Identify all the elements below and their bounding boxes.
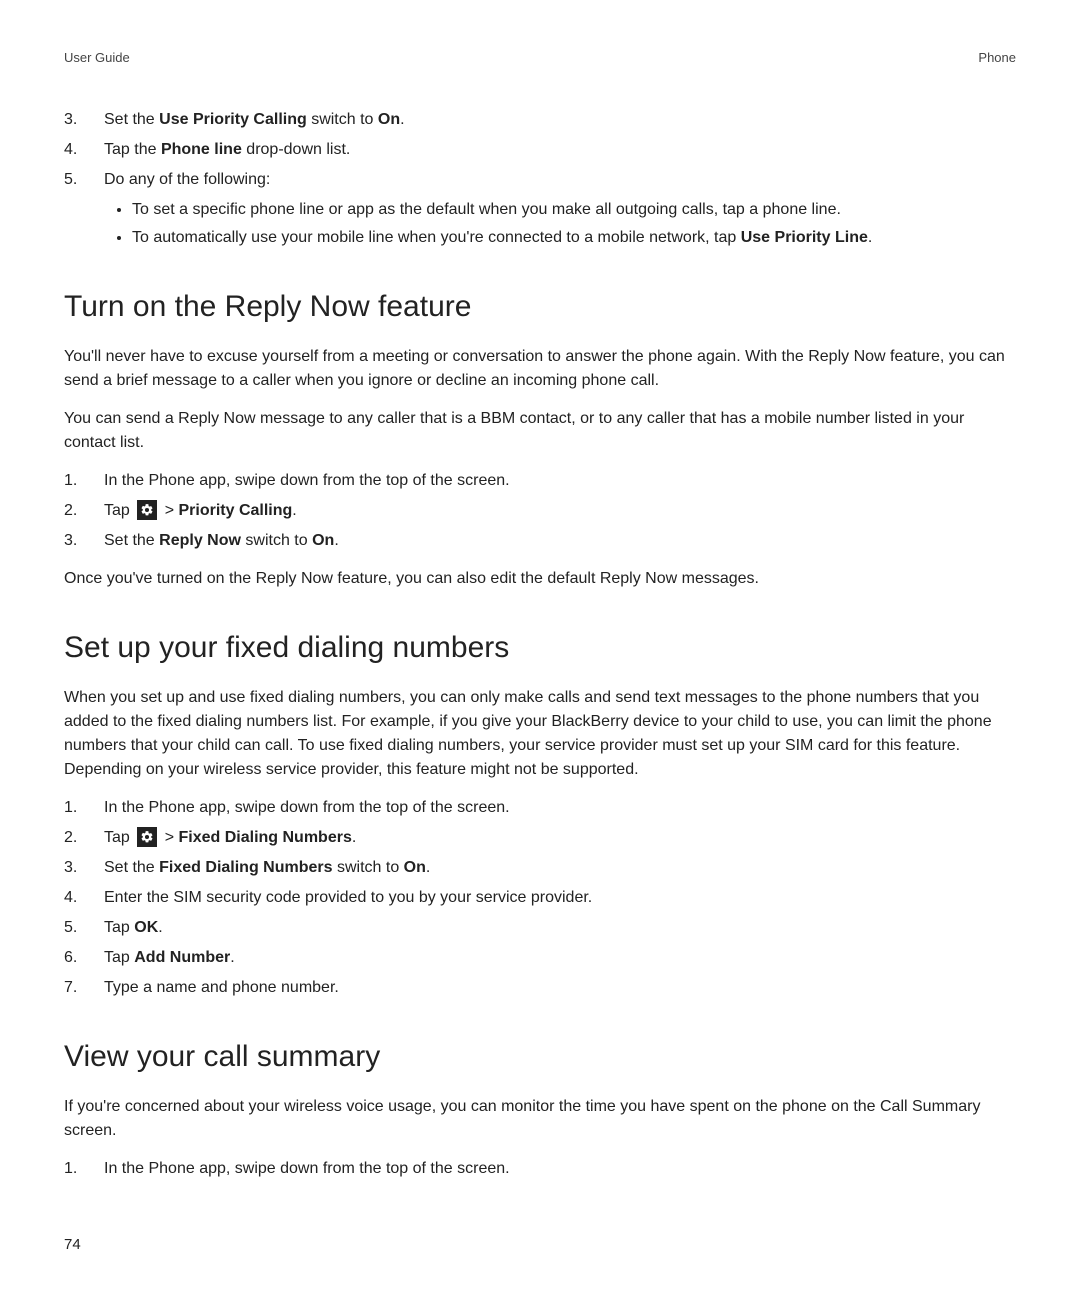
step-content: In the Phone app, swipe down from the to… xyxy=(104,469,1016,493)
step-number: 1. xyxy=(64,1157,104,1181)
step-number: 6. xyxy=(64,946,104,970)
step-number: 4. xyxy=(64,886,104,910)
bold-text: Use Priority Calling xyxy=(159,111,307,128)
header-right: Phone xyxy=(978,48,1016,68)
section-heading-call-summary: View your call summary xyxy=(64,1034,1016,1079)
step-bullets: To set a specific phone line or app as t… xyxy=(64,198,1016,250)
step-item: 3.Set the Use Priority Calling switch to… xyxy=(64,108,1016,132)
step-number: 1. xyxy=(64,796,104,820)
bold-text: On xyxy=(312,532,334,549)
step-content: Tap the Phone line drop-down list. xyxy=(104,138,1016,162)
header-left: User Guide xyxy=(64,48,130,68)
step-number: 1. xyxy=(64,469,104,493)
section-heading-reply-now: Turn on the Reply Now feature xyxy=(64,284,1016,329)
body-paragraph: Once you've turned on the Reply Now feat… xyxy=(64,567,1016,591)
step-content: Enter the SIM security code provided to … xyxy=(104,886,1016,910)
step-number: 3. xyxy=(64,529,104,553)
step-number: 5. xyxy=(64,168,104,192)
step-content: Tap Add Number. xyxy=(104,946,1016,970)
step-content: Set the Fixed Dialing Numbers switch to … xyxy=(104,856,1016,880)
bold-text: Reply Now xyxy=(159,532,241,549)
body-paragraph: You can send a Reply Now message to any … xyxy=(64,407,1016,455)
step-item: 3.Set the Fixed Dialing Numbers switch t… xyxy=(64,856,1016,880)
body-paragraph: If you're concerned about your wireless … xyxy=(64,1095,1016,1143)
step-content: Set the Use Priority Calling switch to O… xyxy=(104,108,1016,132)
step-content: In the Phone app, swipe down from the to… xyxy=(104,1157,1016,1181)
gear-icon xyxy=(137,827,157,847)
step-item: 2.Tap > Priority Calling. xyxy=(64,499,1016,523)
bold-text: On xyxy=(378,111,400,128)
step-content: In the Phone app, swipe down from the to… xyxy=(104,796,1016,820)
bold-text: Priority Calling xyxy=(178,502,292,519)
step-content: Tap > Priority Calling. xyxy=(104,499,1016,523)
page-number: 74 xyxy=(64,1234,81,1257)
bold-text: On xyxy=(404,859,426,876)
step-item: 1.In the Phone app, swipe down from the … xyxy=(64,796,1016,820)
bullet-item: To automatically use your mobile line wh… xyxy=(132,226,1016,250)
steps-list: 1.In the Phone app, swipe down from the … xyxy=(64,1157,1016,1181)
section-heading-fixed-dialing: Set up your fixed dialing numbers xyxy=(64,625,1016,670)
step-content: Tap > Fixed Dialing Numbers. xyxy=(104,826,1016,850)
step-number: 5. xyxy=(64,916,104,940)
step-item: 1.In the Phone app, swipe down from the … xyxy=(64,469,1016,493)
bold-text: Add Number xyxy=(134,949,230,966)
step-number: 2. xyxy=(64,499,104,523)
step-number: 3. xyxy=(64,856,104,880)
step-number: 7. xyxy=(64,976,104,1000)
step-item: 1.In the Phone app, swipe down from the … xyxy=(64,1157,1016,1181)
step-item: 2.Tap > Fixed Dialing Numbers. xyxy=(64,826,1016,850)
bold-text: Fixed Dialing Numbers xyxy=(178,829,351,846)
body-paragraph: You'll never have to excuse yourself fro… xyxy=(64,345,1016,393)
step-item: 4.Enter the SIM security code provided t… xyxy=(64,886,1016,910)
bold-text: Phone line xyxy=(161,141,242,158)
step-item: 4.Tap the Phone line drop-down list. xyxy=(64,138,1016,162)
running-header: User Guide Phone xyxy=(64,48,1016,68)
steps-list: 1.In the Phone app, swipe down from the … xyxy=(64,796,1016,1000)
intro-steps: 3.Set the Use Priority Calling switch to… xyxy=(64,108,1016,250)
document-page: User Guide Phone 3.Set the Use Priority … xyxy=(0,0,1080,1296)
step-number: 4. xyxy=(64,138,104,162)
step-content: Set the Reply Now switch to On. xyxy=(104,529,1016,553)
bullet-item: To set a specific phone line or app as t… xyxy=(132,198,1016,222)
step-content: Tap OK. xyxy=(104,916,1016,940)
bold-text: OK xyxy=(134,919,158,936)
step-item: 7.Type a name and phone number. xyxy=(64,976,1016,1000)
step-item: 3.Set the Reply Now switch to On. xyxy=(64,529,1016,553)
step-number: 2. xyxy=(64,826,104,850)
step-item: 5.Do any of the following: xyxy=(64,168,1016,192)
step-item: 5.Tap OK. xyxy=(64,916,1016,940)
step-number: 3. xyxy=(64,108,104,132)
steps-list: 1.In the Phone app, swipe down from the … xyxy=(64,469,1016,553)
step-item: 6.Tap Add Number. xyxy=(64,946,1016,970)
bold-text: Fixed Dialing Numbers xyxy=(159,859,332,876)
gear-icon xyxy=(137,500,157,520)
bold-text: Use Priority Line xyxy=(741,229,868,246)
step-content: Do any of the following: xyxy=(104,168,1016,192)
sections-container: Turn on the Reply Now feature You'll neve… xyxy=(64,284,1016,1181)
step-content: Type a name and phone number. xyxy=(104,976,1016,1000)
body-paragraph: When you set up and use fixed dialing nu… xyxy=(64,686,1016,782)
